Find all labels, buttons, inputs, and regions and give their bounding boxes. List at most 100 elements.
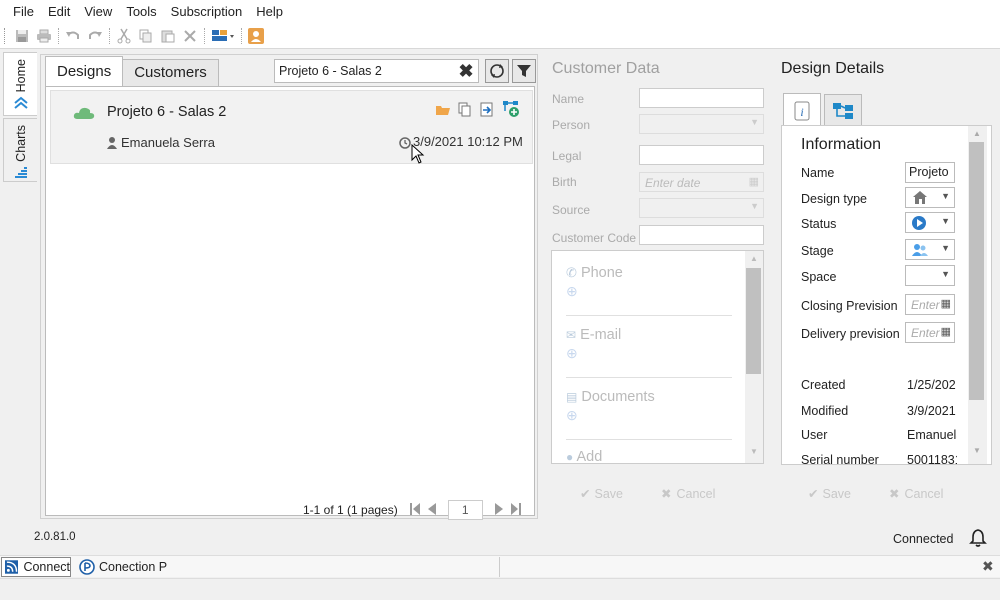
menu-edit[interactable]: Edit xyxy=(41,0,77,24)
add-document-icon[interactable]: ⊕ xyxy=(566,407,732,424)
toolbar-grip[interactable] xyxy=(4,28,7,44)
design-type-select[interactable]: ▼ xyxy=(905,187,955,208)
delivery-prevision-input[interactable]: Enter ▦ xyxy=(905,322,955,343)
design-name-input[interactable]: Projeto xyxy=(905,162,955,183)
status-select[interactable]: ▼ xyxy=(905,212,955,233)
calendar-icon[interactable]: ▦ xyxy=(749,175,759,188)
tab-charts[interactable]: Charts xyxy=(3,118,37,182)
user-icon[interactable] xyxy=(245,25,267,47)
refresh-button[interactable] xyxy=(485,59,509,83)
scroll-up-icon[interactable]: ▲ xyxy=(973,129,981,138)
menu-file[interactable]: File xyxy=(6,0,41,24)
add-phone-icon[interactable]: ⊕ xyxy=(566,283,732,300)
contact-scrollbar[interactable]: ▲ ▼ xyxy=(745,251,763,463)
search-input[interactable]: Projeto 6 - Salas 2 xyxy=(274,59,479,83)
chevron-down-icon: ▼ xyxy=(941,243,950,253)
next-page-icon[interactable] xyxy=(494,502,503,518)
layout-icon[interactable] xyxy=(208,25,238,47)
save-button[interactable]: ✔ Save xyxy=(808,486,851,502)
version-text: 2.0.81.0 xyxy=(34,531,76,543)
last-page-icon[interactable] xyxy=(510,502,521,518)
person-select[interactable]: ▼ xyxy=(639,114,764,134)
clear-search-icon[interactable]: ✖ xyxy=(455,61,477,81)
tab-customers[interactable]: Customers xyxy=(122,59,219,86)
closing-prevision-input[interactable]: Enter ▦ xyxy=(905,294,955,315)
paste-icon[interactable] xyxy=(157,25,179,47)
home-chevron-icon xyxy=(13,96,29,113)
prev-page-icon[interactable] xyxy=(427,502,436,518)
details-actions: ✔ Save ✖ Cancel xyxy=(808,486,944,502)
serial-value: 50011831 xyxy=(907,453,957,465)
list-item[interactable]: Projeto 6 - Salas 2 Emanuela Serra 3/9/2… xyxy=(50,90,533,164)
cancel-button[interactable]: ✖ Cancel xyxy=(661,486,715,502)
birth-date-input[interactable]: Enter date ▦ xyxy=(639,172,764,192)
search-value: Projeto 6 - Salas 2 xyxy=(279,64,382,78)
tab-connect[interactable]: Connect xyxy=(1,557,71,577)
hierarchy-icon xyxy=(833,102,853,119)
design-user: Emanuela Serra xyxy=(121,135,215,150)
calendar-icon[interactable]: ▦ xyxy=(941,297,951,310)
first-page-icon[interactable] xyxy=(409,502,420,518)
refresh-icon xyxy=(490,64,504,78)
connection-status: Connected xyxy=(893,532,954,546)
stage-label: Stage xyxy=(801,244,834,258)
modified-label: Modified xyxy=(801,404,849,418)
details-scrollbar[interactable]: ▲ ▼ xyxy=(968,126,987,464)
person-label: Person xyxy=(552,118,591,132)
pager-summary: 1-1 of 1 (1 pages) xyxy=(303,503,398,517)
design-date: 3/9/2021 10:12 PM xyxy=(413,134,523,149)
scroll-down-icon[interactable]: ▼ xyxy=(973,446,981,455)
closing-placeholder: Enter xyxy=(911,298,940,312)
tab-structure[interactable] xyxy=(824,94,862,126)
share-tree-icon[interactable] xyxy=(502,100,520,121)
duplicate-icon[interactable] xyxy=(458,102,472,121)
menu-help[interactable]: Help xyxy=(249,0,290,24)
menu-tools[interactable]: Tools xyxy=(119,0,163,24)
divider xyxy=(566,315,732,316)
close-icon[interactable]: ✖ xyxy=(982,558,994,575)
bottom-tabs: Connect Conection P ✖ xyxy=(0,555,1000,577)
tab-information[interactable]: i xyxy=(783,93,821,127)
house-icon xyxy=(913,191,927,204)
page-number-input[interactable]: 1 xyxy=(447,500,483,520)
menu-view[interactable]: View xyxy=(77,0,119,24)
scroll-thumb[interactable] xyxy=(746,268,761,374)
print-icon[interactable] xyxy=(33,25,55,47)
calendar-icon[interactable]: ▦ xyxy=(941,325,951,338)
customer-code-label: Customer Code xyxy=(552,231,637,245)
legal-input[interactable] xyxy=(639,145,764,165)
source-select[interactable]: ▼ xyxy=(639,198,764,218)
design-type-label: Design type xyxy=(801,192,868,206)
customer-name-input[interactable] xyxy=(639,88,764,108)
delete-icon[interactable] xyxy=(179,25,201,47)
toolbar-separator xyxy=(58,28,59,44)
scroll-down-icon[interactable]: ▼ xyxy=(750,447,758,456)
tab-connection-p[interactable]: Conection P xyxy=(76,557,500,577)
bell-icon[interactable] xyxy=(968,528,988,551)
open-folder-icon[interactable] xyxy=(435,103,451,120)
save-button[interactable]: ✔ Save xyxy=(580,486,623,502)
designs-panel: Designs Customers Projeto 6 - Salas 2 ✖ … xyxy=(40,54,538,520)
space-select[interactable]: ▼ xyxy=(905,265,955,286)
menu-subscription[interactable]: Subscription xyxy=(164,0,250,24)
redo-icon[interactable] xyxy=(84,25,106,47)
filter-button[interactable] xyxy=(512,59,536,83)
stage-select[interactable]: ▼ xyxy=(905,239,955,260)
tab-designs[interactable]: Designs xyxy=(45,56,124,86)
export-icon[interactable] xyxy=(480,102,494,121)
customer-code-input[interactable] xyxy=(639,225,764,245)
cancel-label: Cancel xyxy=(904,486,944,501)
user-value: Emanuela xyxy=(907,428,957,442)
toolbar-separator xyxy=(241,28,242,44)
copy-icon[interactable] xyxy=(135,25,157,47)
undo-icon[interactable] xyxy=(62,25,84,47)
cut-icon[interactable] xyxy=(113,25,135,47)
chevron-down-icon: ▼ xyxy=(941,216,950,226)
info-icon: i xyxy=(794,101,810,120)
scroll-up-icon[interactable]: ▲ xyxy=(750,254,758,263)
cancel-button[interactable]: ✖ Cancel xyxy=(889,486,944,502)
add-email-icon[interactable]: ⊕ xyxy=(566,345,732,362)
scroll-thumb[interactable] xyxy=(969,142,984,400)
save-icon[interactable] xyxy=(11,25,33,47)
tab-home[interactable]: Home xyxy=(3,52,37,116)
